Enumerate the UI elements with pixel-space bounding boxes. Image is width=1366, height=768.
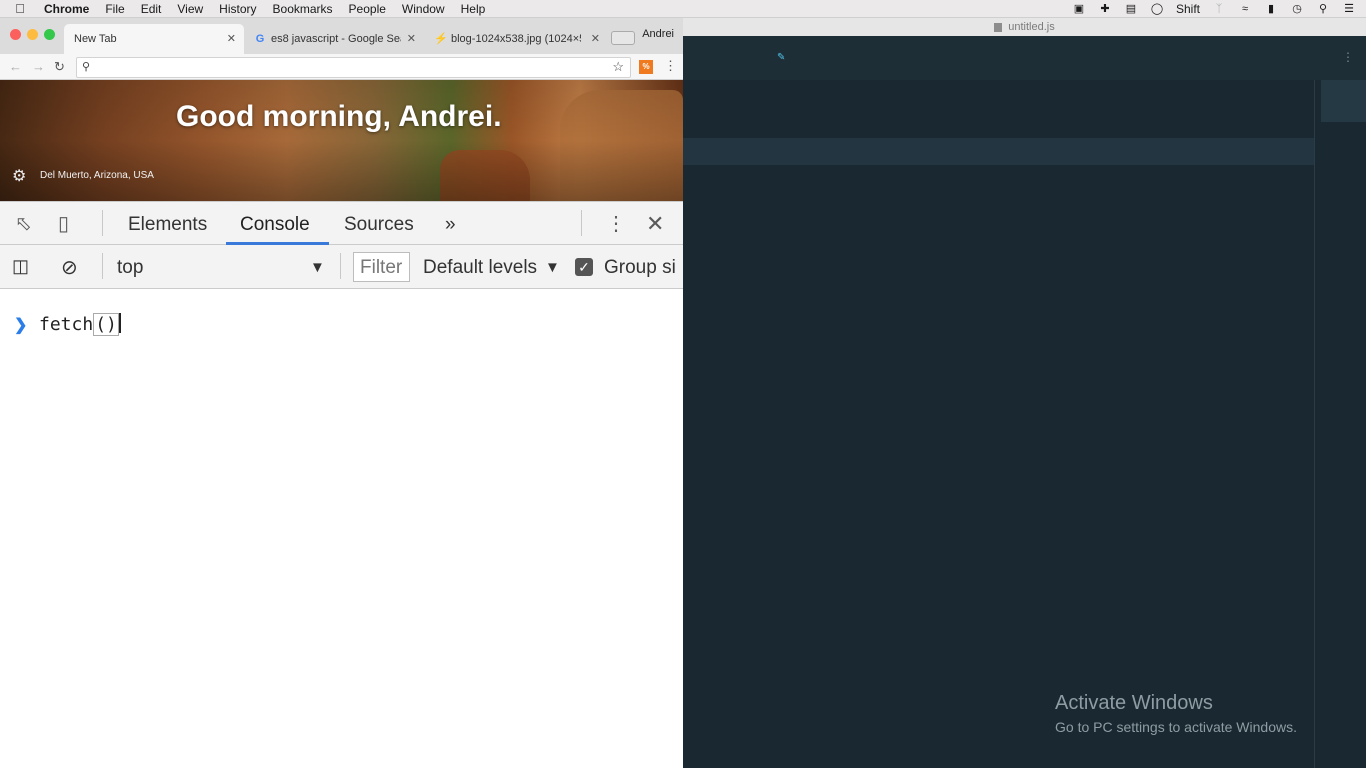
more-icon[interactable]: ⋮ [1342, 50, 1354, 64]
chevron-down-icon[interactable]: ▼ [545, 259, 560, 276]
group-similar-label: Group si [604, 257, 676, 278]
console-input[interactable]: fetch() [39, 313, 121, 336]
minimize-window-button[interactable] [27, 29, 38, 40]
tab-title: es8 javascript - Google Searc [271, 33, 401, 45]
current-line-highlight [683, 138, 1320, 165]
notification-list-icon[interactable]: ☰ [1342, 3, 1356, 15]
photo-location[interactable]: Del Muerto, Arizona, USA [40, 170, 154, 181]
close-icon[interactable]: ✕ [227, 32, 236, 45]
new-tab-background: Good morning, Andrei. ⚙ Del Muerto, Ariz… [0, 80, 683, 201]
clear-console-icon[interactable]: ⊘ [61, 255, 78, 280]
menu-help[interactable]: Help [453, 2, 494, 16]
tab-title: New Tab [74, 33, 117, 45]
menu-bookmarks[interactable]: Bookmarks [265, 2, 341, 16]
minimap[interactable] [1314, 80, 1366, 768]
keyboard-shift-status: Shift [1175, 2, 1200, 16]
browser-toolbar: ← → ↻ ⚲ ☆ % ⋮ [0, 54, 683, 80]
back-arrow-icon[interactable]: ← [9, 59, 22, 74]
reload-icon[interactable]: ↻ [54, 59, 65, 75]
gear-icon[interactable]: ⚙ [12, 166, 26, 186]
menu-edit[interactable]: Edit [133, 2, 170, 16]
text-input-icon[interactable]: ▤ [1124, 3, 1138, 15]
close-icon[interactable]: ✕ [407, 32, 416, 45]
menu-people[interactable]: People [341, 2, 394, 16]
plus-cross-icon[interactable]: ✚ [1098, 3, 1112, 15]
tab-console[interactable]: Console [240, 214, 310, 236]
context-selector[interactable]: top [117, 257, 143, 279]
new-tab-button[interactable] [611, 31, 635, 45]
devtools-tab-bar: ⬁ ▯ Elements Console Sources » ⋮ ✕ [0, 201, 683, 245]
address-bar[interactable]: ⚲ ☆ [76, 57, 631, 78]
apple-icon[interactable]:  [0, 1, 40, 16]
battery-icon[interactable]: ▮ [1264, 3, 1278, 15]
profile-name[interactable]: Andrei [642, 28, 674, 40]
background-shade [0, 80, 683, 201]
editor-text-area[interactable]: Activate Windows Go to PC settings to ac… [683, 80, 1366, 768]
divider [581, 210, 582, 236]
bookmark-star-icon[interactable]: ☆ [612, 59, 624, 75]
minimap-viewport[interactable] [1321, 80, 1366, 122]
code-editor-window: untitled.js ✎ ⋮ Activate Windows Go to P… [683, 18, 1366, 768]
activate-windows-title: Activate Windows [1055, 692, 1213, 714]
chrome-menu-icon[interactable]: ⋮ [664, 58, 677, 74]
show-sidebar-icon[interactable]: ◫ [12, 256, 29, 277]
bolt-icon: ⚡ [434, 33, 448, 45]
search-icon: ⚲ [82, 61, 91, 73]
close-icon[interactable]: ✕ [646, 211, 664, 237]
log-levels-dropdown[interactable]: Default levels [423, 257, 537, 279]
wifi-icon[interactable]: ≈ [1238, 3, 1252, 15]
menu-history[interactable]: History [211, 2, 264, 16]
inspect-element-icon[interactable]: ⬁ [15, 211, 32, 236]
tab-blog-image[interactable]: ⚡ blog-1024x538.jpg (1024×53 ✕ [424, 24, 608, 54]
menu-file[interactable]: File [97, 2, 132, 16]
filter-input[interactable]: Filter [353, 252, 410, 282]
menu-bar:  Chrome File Edit View History Bookmark… [0, 0, 1366, 18]
chrome-window: New Tab ✕ G es8 javascript - Google Sear… [0, 18, 683, 768]
text-caret [118, 313, 121, 333]
file-icon [994, 22, 1003, 32]
pencil-icon[interactable]: ✎ [777, 52, 785, 63]
bluetooth-icon[interactable]: ᛉ [1212, 3, 1226, 15]
console-input-function: fetch [39, 314, 94, 335]
tab-sources[interactable]: Sources [344, 214, 414, 236]
editor-file-title: untitled.js [1008, 21, 1055, 33]
divider [340, 253, 341, 279]
spotlight-search-icon[interactable]: ⚲ [1316, 3, 1330, 15]
tab-title: blog-1024x538.jpg (1024×53 [451, 33, 581, 45]
devtools-menu-icon[interactable]: ⋮ [606, 211, 626, 236]
sync-icon[interactable]: ◯ [1150, 3, 1164, 15]
close-window-button[interactable] [10, 29, 21, 40]
forward-arrow-icon[interactable]: → [32, 59, 45, 74]
close-icon[interactable]: ✕ [591, 32, 600, 45]
greeting-heading: Good morning, Andrei. [176, 100, 502, 133]
editor-tab-bar: ✎ ⋮ [683, 36, 1366, 80]
menu-view[interactable]: View [169, 2, 211, 16]
window-controls [10, 29, 55, 40]
device-toolbar-icon[interactable]: ▯ [58, 211, 69, 236]
tab-google-search[interactable]: G es8 javascript - Google Searc ✕ [244, 24, 424, 54]
google-icon: G [255, 33, 265, 45]
editor-titlebar: untitled.js [683, 18, 1366, 36]
screen-record-icon[interactable]: ▣ [1072, 3, 1086, 15]
activate-windows-watermark: Activate Windows Go to PC settings to ac… [1055, 692, 1297, 735]
menu-app-name[interactable]: Chrome [40, 2, 97, 16]
activate-windows-subtitle: Go to PC settings to activate Windows. [1055, 719, 1297, 735]
group-similar-checkbox[interactable]: ✓ [575, 258, 593, 276]
menu-window[interactable]: Window [394, 2, 453, 16]
tab-strip: New Tab ✕ G es8 javascript - Google Sear… [0, 18, 683, 54]
tab-new-tab[interactable]: New Tab ✕ [64, 24, 244, 54]
more-tabs-chevron-icon[interactable]: » [445, 214, 456, 236]
console-toolbar: ◫ ⊘ top ▼ Filter Default levels ▼ ✓ Grou… [0, 245, 683, 289]
chevron-down-icon[interactable]: ▼ [310, 259, 325, 276]
status-area: ▣ ✚ ▤ ◯ Shift ᛉ ≈ ▮ ◷ ⚲ ☰ [1072, 0, 1356, 18]
clock-icon[interactable]: ◷ [1290, 3, 1304, 15]
divider [102, 253, 103, 279]
tab-elements[interactable]: Elements [128, 214, 207, 236]
zoom-window-button[interactable] [44, 29, 55, 40]
extension-icon[interactable]: % [639, 60, 653, 74]
prompt-chevron-icon: ❯ [14, 317, 28, 334]
console-panel[interactable]: ❯ fetch() [0, 305, 683, 768]
divider [102, 210, 103, 236]
console-input-parens: () [93, 313, 119, 336]
